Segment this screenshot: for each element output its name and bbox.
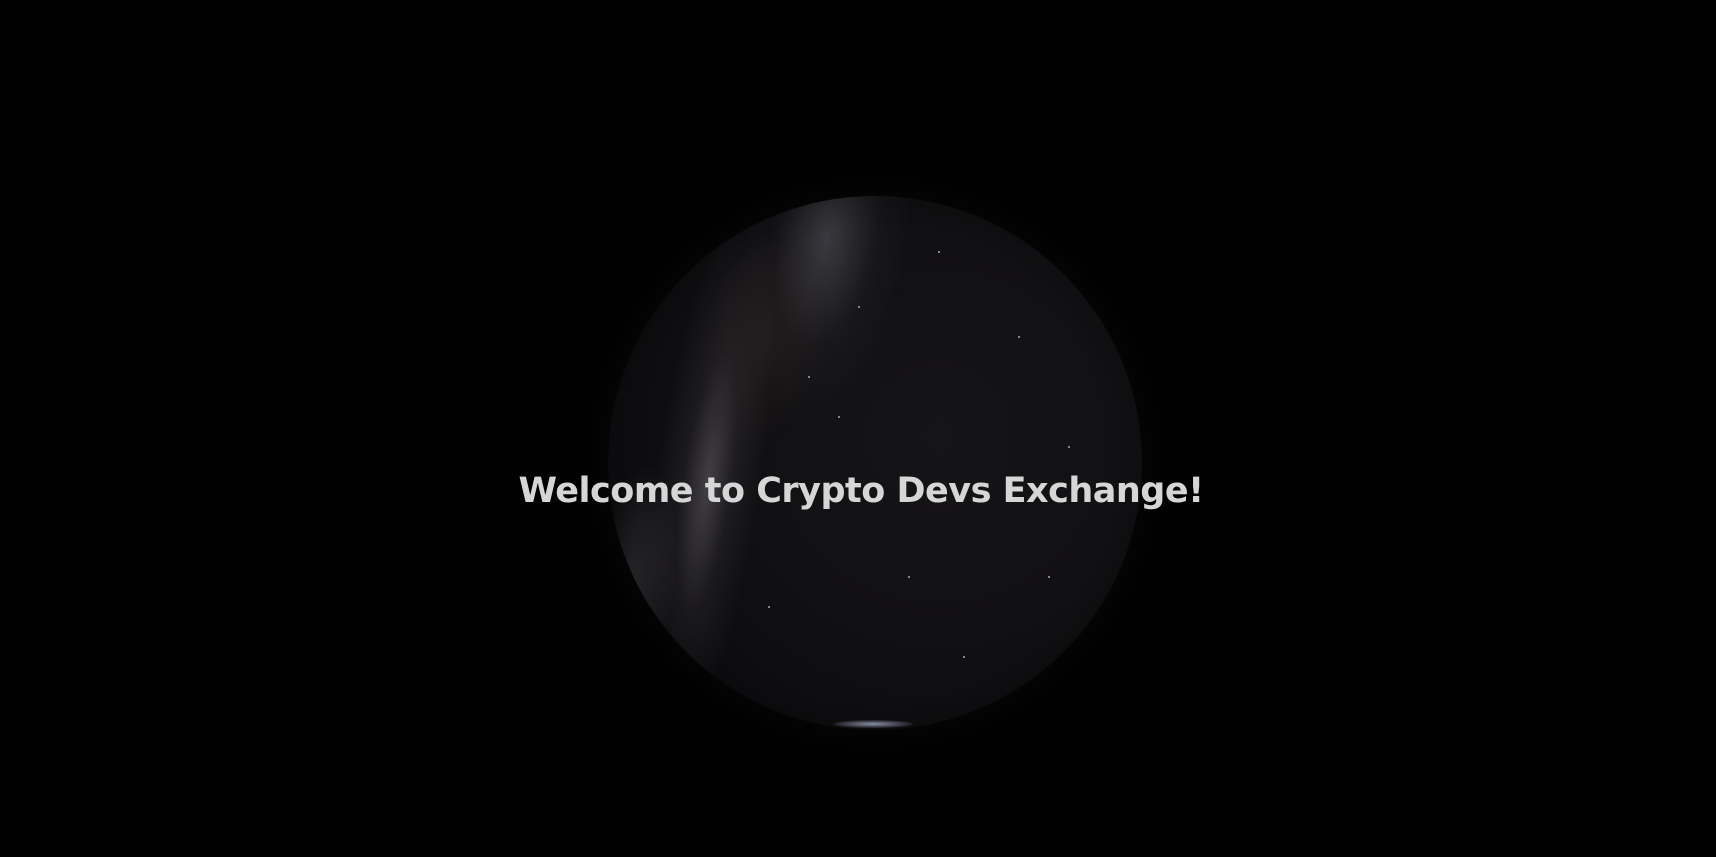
starfield-globe[interactable] — [608, 196, 1142, 730]
landing-scene: Welcome to Crypto Devs Exchange! — [0, 0, 1716, 857]
globe-bottom-glow — [833, 720, 913, 728]
globe-shading — [608, 196, 1142, 730]
welcome-heading: Welcome to Crypto Devs Exchange! — [518, 471, 1204, 511]
